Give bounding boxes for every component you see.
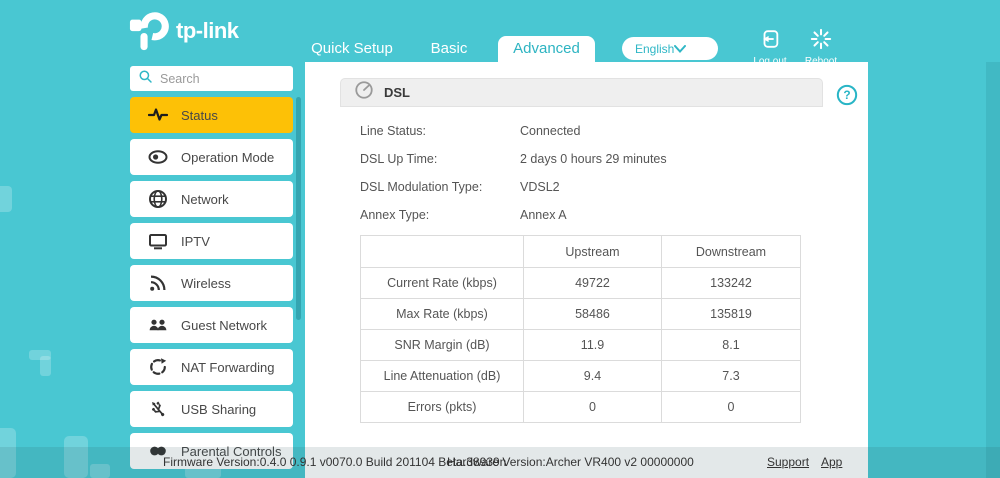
- upstream-value: 49722: [524, 268, 662, 299]
- table-row: Line Attenuation (dB) 9.4 7.3: [361, 361, 801, 392]
- background-decoration: [40, 356, 51, 376]
- tp-link-logo-icon: [128, 12, 172, 59]
- sidebar-item-iptv[interactable]: IPTV: [130, 223, 293, 259]
- info-label: Line Status:: [360, 124, 520, 138]
- language-select[interactable]: English: [622, 37, 718, 60]
- info-row-annex: Annex Type: Annex A: [360, 201, 823, 229]
- search-icon: [138, 69, 153, 89]
- info-label: DSL Up Time:: [360, 152, 520, 166]
- sidebar-item-usb-sharing[interactable]: USB Sharing: [130, 391, 293, 427]
- footer: Firmware Version:0.4.0 0.9.1 v0070.0 Bui…: [0, 447, 1000, 478]
- main-content: DSL Line Status: Connected DSL Up Time: …: [305, 62, 868, 478]
- background-decoration: [0, 186, 12, 212]
- sidebar-item-label: IPTV: [181, 234, 210, 249]
- sidebar-item-label: Operation Mode: [181, 150, 274, 165]
- upstream-value: 11.9: [524, 330, 662, 361]
- table-row: SNR Margin (dB) 11.9 8.1: [361, 330, 801, 361]
- sidebar-item-label: NAT Forwarding: [181, 360, 274, 375]
- sidebar-item-label: Guest Network: [181, 318, 267, 333]
- sidebar-item-label: Wireless: [181, 276, 231, 291]
- sidebar: Status Operation Mode Network: [130, 66, 293, 469]
- sidebar-item-label: Network: [181, 192, 229, 207]
- support-link[interactable]: Support: [767, 455, 809, 469]
- row-label: Errors (pkts): [361, 392, 524, 423]
- tab-advanced[interactable]: Advanced: [498, 36, 595, 62]
- dsl-panel: DSL Line Status: Connected DSL Up Time: …: [340, 78, 823, 423]
- table-row: Current Rate (kbps) 49722 133242: [361, 268, 801, 299]
- upstream-value: 0: [524, 392, 662, 423]
- sidebar-item-network[interactable]: Network: [130, 181, 293, 217]
- chevron-down-icon: [674, 42, 709, 56]
- column-header-downstream: Downstream: [662, 236, 801, 268]
- row-label: Max Rate (kbps): [361, 299, 524, 330]
- panel-title: DSL: [384, 85, 410, 100]
- upstream-value: 58486: [524, 299, 662, 330]
- sidebar-scrollbar[interactable]: [296, 97, 301, 320]
- row-label: Line Attenuation (dB): [361, 361, 524, 392]
- info-row-modulation: DSL Modulation Type: VDSL2: [360, 173, 823, 201]
- column-header-upstream: Upstream: [524, 236, 662, 268]
- sidebar-item-nat-forwarding[interactable]: NAT Forwarding: [130, 349, 293, 385]
- info-label: DSL Modulation Type:: [360, 180, 520, 194]
- sidebar-item-label: USB Sharing: [181, 402, 256, 417]
- logout-icon: [759, 37, 781, 54]
- info-value: 2 days 0 hours 29 minutes: [520, 152, 667, 166]
- info-row-line-status: Line Status: Connected: [360, 117, 823, 145]
- table-row: Errors (pkts) 0 0: [361, 392, 801, 423]
- app-link[interactable]: App: [821, 455, 842, 469]
- downstream-value: 8.1: [662, 330, 801, 361]
- usb-icon: [148, 399, 168, 419]
- sidebar-item-status[interactable]: Status: [130, 97, 293, 133]
- info-value: Connected: [520, 124, 580, 138]
- tp-link-logo: tp-link: [128, 12, 239, 59]
- refresh-icon: [148, 357, 168, 377]
- pulse-icon: [148, 105, 168, 125]
- info-value: VDSL2: [520, 180, 560, 194]
- help-button[interactable]: ?: [836, 84, 858, 106]
- search-input[interactable]: [160, 72, 287, 86]
- monitor-icon: [148, 231, 168, 251]
- info-value: Annex A: [520, 208, 567, 222]
- downstream-value: 0: [662, 392, 801, 423]
- logo-text: tp-link: [176, 18, 239, 44]
- downstream-value: 7.3: [662, 361, 801, 392]
- downstream-value: 133242: [662, 268, 801, 299]
- row-label: Current Rate (kbps): [361, 268, 524, 299]
- info-row-up-time: DSL Up Time: 2 days 0 hours 29 minutes: [360, 145, 823, 173]
- table-header-row: Upstream Downstream: [361, 236, 801, 268]
- downstream-value: 135819: [662, 299, 801, 330]
- people-icon: [148, 315, 168, 335]
- upstream-value: 9.4: [524, 361, 662, 392]
- language-select-value: English: [635, 42, 674, 56]
- wifi-icon: [148, 273, 168, 293]
- globe-icon: [148, 189, 168, 209]
- sidebar-item-wireless[interactable]: Wireless: [130, 265, 293, 301]
- column-header-blank: [361, 236, 524, 268]
- dsl-panel-header: DSL: [340, 78, 823, 107]
- row-label: SNR Margin (dB): [361, 330, 524, 361]
- info-label: Annex Type:: [360, 208, 520, 222]
- tab-basic[interactable]: Basic: [409, 36, 489, 62]
- toggle-icon: [148, 147, 168, 167]
- dsl-stats-table: Upstream Downstream Current Rate (kbps) …: [360, 235, 801, 423]
- hardware-version: Hardware Version:Archer VR400 v2 0000000…: [447, 455, 694, 469]
- reboot-icon: [810, 37, 832, 54]
- sidebar-item-guest-network[interactable]: Guest Network: [130, 307, 293, 343]
- gauge-icon: [354, 80, 374, 105]
- sidebar-search[interactable]: [130, 66, 293, 91]
- page-scrollbar-track[interactable]: [986, 62, 1000, 478]
- sidebar-item-operation-mode[interactable]: Operation Mode: [130, 139, 293, 175]
- table-row: Max Rate (kbps) 58486 135819: [361, 299, 801, 330]
- dsl-info: Line Status: Connected DSL Up Time: 2 da…: [340, 107, 823, 229]
- tab-quick-setup[interactable]: Quick Setup: [296, 36, 408, 62]
- sidebar-item-label: Status: [181, 108, 218, 123]
- svg-text:?: ?: [843, 88, 850, 102]
